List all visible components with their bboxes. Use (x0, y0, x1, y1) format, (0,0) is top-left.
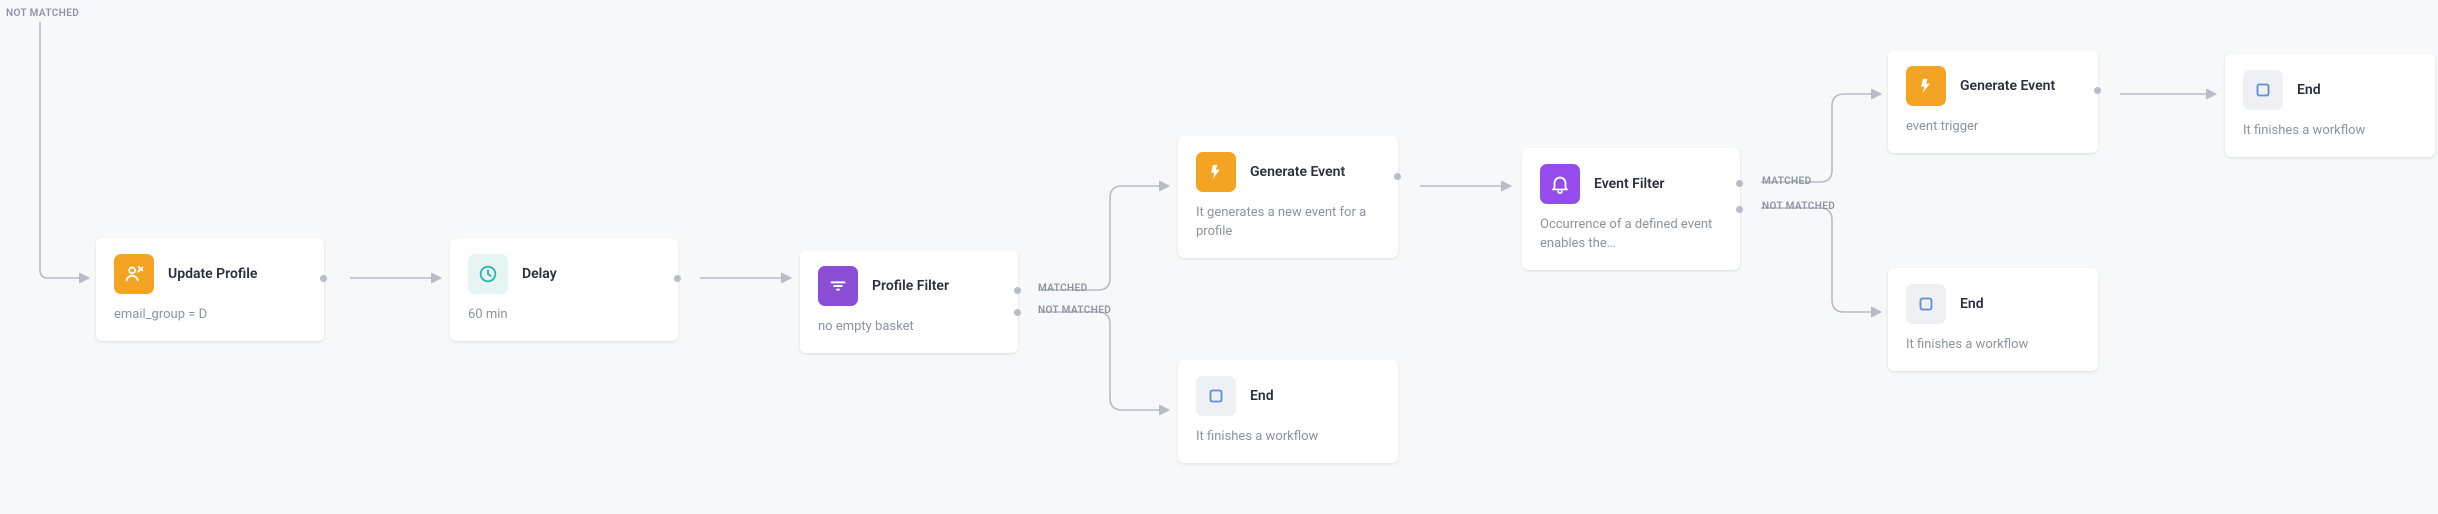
generate-event-icon (1196, 152, 1236, 192)
node-subtitle: event trigger (1906, 118, 2080, 137)
edge-label-matched: MATCHED (1762, 176, 1812, 187)
node-event-filter[interactable]: Event Filter Occurrence of a defined eve… (1522, 148, 1740, 270)
node-title: End (1960, 296, 1984, 312)
node-title: End (2297, 82, 2321, 98)
node-subtitle: Occurrence of a defined event enables th… (1540, 216, 1722, 254)
edge-label-matched: MATCHED (1038, 283, 1088, 294)
output-port-matched[interactable] (1736, 180, 1743, 187)
node-title: End (1250, 388, 1274, 404)
edge-label-not-matched: NOT MATCHED (6, 8, 79, 19)
node-title: Profile Filter (872, 278, 949, 294)
node-subtitle: It generates a new event for a profile (1196, 204, 1380, 242)
node-subtitle: 60 min (468, 306, 660, 325)
end-icon (2243, 70, 2283, 110)
edge-label-not-matched: NOT MATCHED (1038, 305, 1111, 316)
output-port[interactable] (1394, 173, 1401, 180)
node-generate-event[interactable]: Generate Event It generates a new event … (1178, 136, 1398, 258)
output-port[interactable] (674, 275, 681, 282)
node-generate-event[interactable]: Generate Event event trigger (1888, 50, 2098, 153)
node-end[interactable]: End It finishes a workflow (2225, 54, 2435, 157)
node-subtitle: It finishes a workflow (1906, 336, 2080, 355)
output-port[interactable] (320, 275, 327, 282)
node-title: Update Profile (168, 266, 257, 282)
node-subtitle: no empty basket (818, 318, 1000, 337)
node-end[interactable]: End It finishes a workflow (1178, 360, 1398, 463)
clock-icon (468, 254, 508, 294)
end-icon (1196, 376, 1236, 416)
node-title: Generate Event (1960, 78, 2055, 94)
node-subtitle: It finishes a workflow (1196, 428, 1380, 447)
node-subtitle: email_group = D (114, 306, 306, 325)
update-profile-icon (114, 254, 154, 294)
node-delay[interactable]: Delay 60 min (450, 238, 678, 341)
output-port-matched[interactable] (1014, 287, 1021, 294)
generate-event-icon (1906, 66, 1946, 106)
output-port[interactable] (2094, 87, 2101, 94)
node-title: Delay (522, 266, 557, 282)
end-icon (1906, 284, 1946, 324)
filter-icon (818, 266, 858, 306)
edge-label-not-matched: NOT MATCHED (1762, 201, 1835, 212)
node-title: Event Filter (1594, 176, 1664, 192)
node-title: Generate Event (1250, 164, 1345, 180)
bell-icon (1540, 164, 1580, 204)
node-profile-filter[interactable]: Profile Filter no empty basket (800, 250, 1018, 353)
node-end[interactable]: End It finishes a workflow (1888, 268, 2098, 371)
node-subtitle: It finishes a workflow (2243, 122, 2417, 141)
output-port-not-matched[interactable] (1014, 309, 1021, 316)
output-port-not-matched[interactable] (1736, 206, 1743, 213)
node-update-profile[interactable]: Update Profile email_group = D (96, 238, 324, 341)
